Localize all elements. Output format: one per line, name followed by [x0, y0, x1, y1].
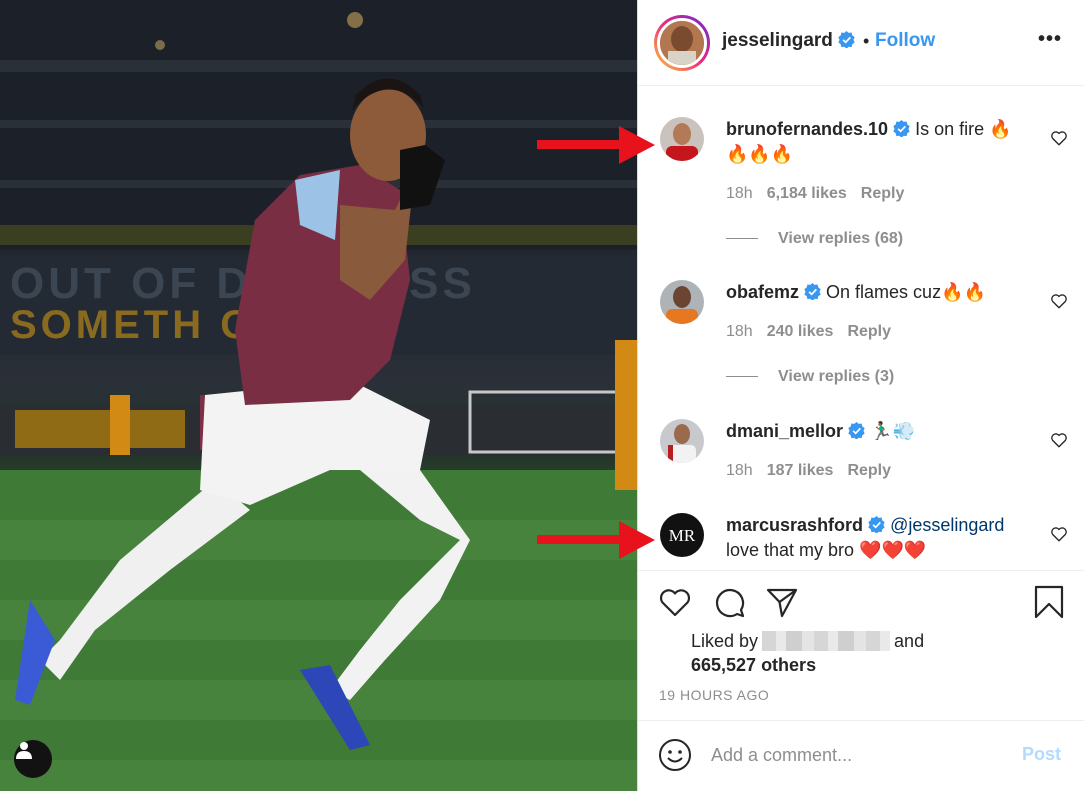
emoji-icon[interactable] — [658, 738, 692, 772]
verified-badge-icon — [868, 516, 885, 533]
more-options-icon[interactable]: ••• — [1038, 28, 1062, 51]
comments-list[interactable]: brunofernandes.10 Is on fire 🔥🔥🔥🔥 18h 6,1… — [638, 87, 1084, 569]
liked-by-prefix: Liked by — [691, 631, 759, 651]
comment-body: 🏃🏾‍♂️💨 — [870, 421, 915, 441]
post-actions: Liked by and 665,527 others 19 HOURS AGO — [638, 570, 1084, 720]
comment-username[interactable]: brunofernandes.10 — [726, 119, 888, 139]
header-separator: • — [863, 31, 870, 51]
person-icon — [16, 742, 32, 759]
heart-icon[interactable] — [1050, 431, 1068, 449]
comment-text: obafemz On flames cuz🔥🔥 — [726, 280, 1026, 305]
heart-icon[interactable] — [658, 585, 692, 619]
verified-badge-icon — [893, 120, 910, 137]
comment-time[interactable]: 18h — [726, 462, 753, 479]
bookmark-icon[interactable] — [1032, 585, 1066, 619]
verified-badge-icon — [838, 31, 855, 48]
comment-icon[interactable] — [712, 585, 746, 619]
comment-username[interactable]: obafemz — [726, 282, 799, 302]
verified-badge-icon — [848, 422, 865, 439]
author-avatar[interactable] — [654, 15, 710, 71]
comment-input[interactable] — [711, 741, 1011, 769]
comment-body: love that my bro ❤️❤️❤️ — [726, 540, 927, 560]
commenter-avatar[interactable]: MR — [660, 513, 704, 557]
liked-by: Liked by and 665,527 others — [691, 629, 924, 677]
post-sidebar: jesselingard • Follow ••• brunofernandes… — [637, 0, 1084, 791]
comment-meta: 18h 187 likes Reply — [726, 462, 905, 480]
comment-text: dmani_mellor 🏃🏾‍♂️💨 — [726, 419, 1026, 444]
commenter-avatar[interactable] — [660, 117, 704, 161]
verified-badge-icon — [804, 283, 821, 300]
comment-likes[interactable]: 240 likes — [767, 323, 834, 340]
view-replies-button[interactable]: View replies (3) — [726, 368, 894, 386]
comment-text: marcusrashford @jesselingard love that m… — [726, 513, 1026, 563]
follow-button[interactable]: Follow — [875, 30, 935, 52]
add-comment-bar: Post — [638, 720, 1084, 791]
comment-likes[interactable]: 6,184 likes — [767, 185, 847, 202]
post-timestamp[interactable]: 19 HOURS AGO — [659, 687, 769, 703]
commenter-avatar[interactable] — [660, 419, 704, 463]
commenter-avatar-image — [660, 117, 704, 161]
photo-illustration: OUT OF D RKNESS SOMETH GHT — [0, 0, 637, 791]
user-tag-icon[interactable] — [14, 740, 52, 778]
comment-mention[interactable]: @jesselingard — [890, 515, 1004, 535]
post-photo[interactable]: OUT OF D RKNESS SOMETH GHT — [0, 0, 637, 791]
heart-icon[interactable] — [1050, 525, 1068, 543]
liked-by-and: and — [894, 631, 925, 651]
commenter-avatar-image — [660, 419, 704, 463]
mr-logo: MR — [669, 526, 696, 545]
view-replies-button[interactable]: View replies (68) — [726, 230, 903, 248]
share-icon[interactable] — [765, 585, 799, 619]
heart-icon[interactable] — [1050, 129, 1068, 147]
comment-username[interactable]: dmani_mellor — [726, 421, 843, 441]
view-replies-label[interactable]: View replies (68) — [778, 230, 903, 247]
reply-button[interactable]: Reply — [847, 323, 891, 340]
replies-divider — [726, 238, 758, 240]
heart-icon[interactable] — [1050, 292, 1068, 310]
comment-body: On flames cuz🔥🔥 — [826, 282, 986, 302]
commenter-avatar-image — [660, 280, 704, 324]
reply-button[interactable]: Reply — [847, 462, 891, 479]
comment-text: brunofernandes.10 Is on fire 🔥🔥🔥🔥 — [726, 117, 1026, 167]
blurred-username — [762, 631, 891, 651]
post-button[interactable]: Post — [1022, 744, 1061, 765]
comment-time[interactable]: 18h — [726, 185, 753, 202]
view-replies-label[interactable]: View replies (3) — [778, 368, 894, 385]
commenter-avatar-image: MR — [660, 513, 704, 557]
comment-time[interactable]: 18h — [726, 323, 753, 340]
replies-divider — [726, 376, 758, 378]
comment-meta: 18h 240 likes Reply — [726, 323, 905, 341]
likes-count[interactable]: 665,527 others — [691, 655, 816, 675]
post-header: jesselingard • Follow ••• — [638, 0, 1084, 86]
comment-username[interactable]: marcusrashford — [726, 515, 863, 535]
author-username-text[interactable]: jesselingard — [722, 30, 833, 51]
author-username[interactable]: jesselingard — [722, 30, 855, 52]
comment-meta: 18h 6,184 likes Reply — [726, 185, 918, 203]
commenter-avatar[interactable] — [660, 280, 704, 324]
comment-likes[interactable]: 187 likes — [767, 462, 834, 479]
author-avatar-image — [660, 21, 704, 65]
reply-button[interactable]: Reply — [861, 185, 905, 202]
annotation-arrow-icon — [537, 126, 655, 164]
annotation-arrow-icon — [537, 521, 655, 559]
